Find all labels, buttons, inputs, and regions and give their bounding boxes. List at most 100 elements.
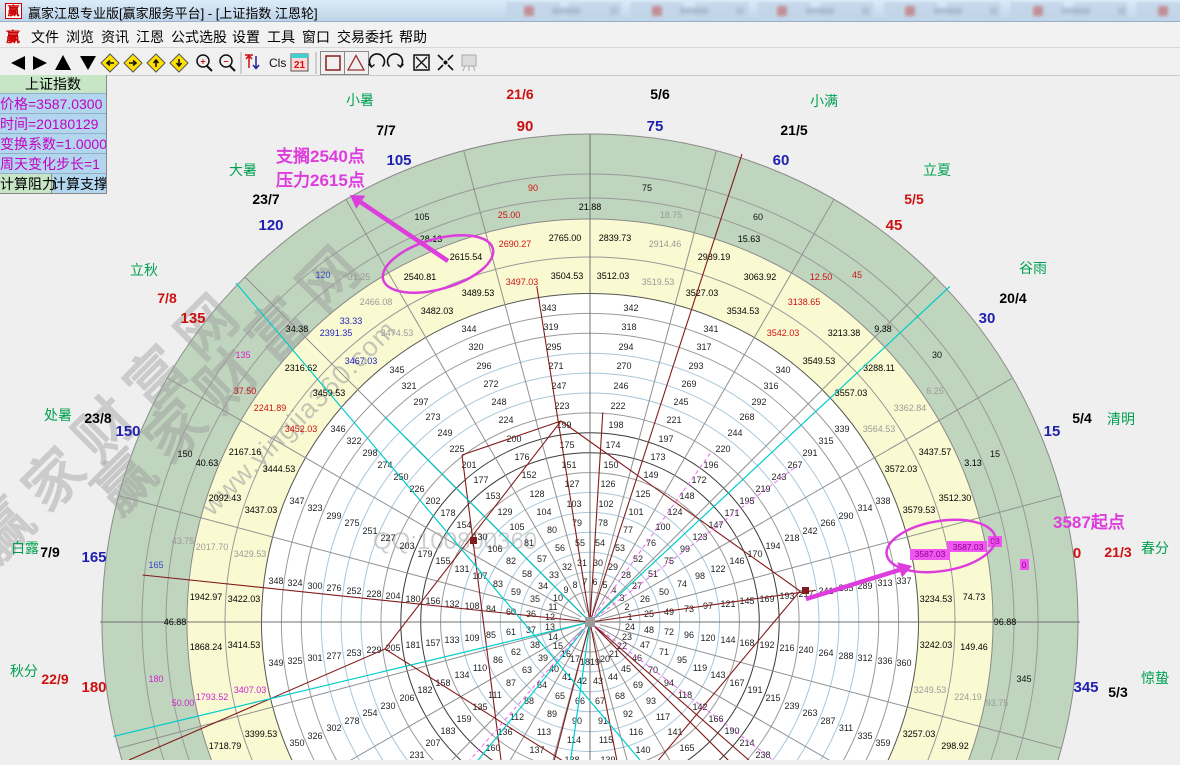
svg-text:87: 87 (506, 678, 516, 688)
svg-text:291: 291 (802, 448, 817, 458)
svg-text:116: 116 (629, 727, 643, 737)
svg-text:小暑: 小暑 (346, 92, 374, 108)
svg-text:183: 183 (440, 726, 455, 736)
svg-text:3213.38: 3213.38 (828, 328, 861, 338)
svg-text:359: 359 (875, 738, 890, 748)
svg-text:36: 36 (526, 609, 536, 619)
svg-text:272: 272 (483, 379, 498, 389)
svg-text:106: 106 (487, 544, 502, 554)
svg-text:47: 47 (640, 640, 650, 650)
svg-text:3249.53: 3249.53 (914, 685, 947, 695)
svg-text:345: 345 (1073, 679, 1098, 696)
svg-text:3482.03: 3482.03 (421, 306, 454, 316)
svg-text:347: 347 (289, 496, 304, 506)
svg-text:77: 77 (623, 525, 633, 535)
svg-text:59: 59 (511, 587, 521, 597)
svg-text:326: 326 (307, 731, 322, 741)
svg-text:120: 120 (315, 270, 330, 280)
svg-text:28: 28 (621, 570, 631, 580)
svg-text:69: 69 (633, 680, 643, 690)
svg-text:25.00: 25.00 (498, 210, 521, 220)
svg-text:277: 277 (326, 651, 341, 661)
svg-text:238: 238 (755, 750, 770, 760)
svg-text:68: 68 (615, 691, 625, 701)
svg-text:3497.03: 3497.03 (506, 277, 539, 287)
svg-text:216: 216 (779, 643, 794, 653)
svg-text:113: 113 (537, 727, 551, 737)
svg-text:30: 30 (932, 350, 942, 360)
svg-text:298: 298 (362, 448, 377, 458)
svg-text:251: 251 (362, 526, 377, 536)
svg-text:7/9: 7/9 (40, 544, 60, 560)
svg-text:9: 9 (563, 585, 568, 595)
svg-text:谷雨: 谷雨 (1019, 260, 1047, 276)
svg-text:15: 15 (990, 449, 1000, 459)
svg-text:214: 214 (739, 738, 754, 748)
svg-text:107: 107 (472, 571, 487, 581)
svg-text:135: 135 (180, 310, 205, 327)
svg-text:311: 311 (839, 723, 853, 733)
svg-text:+: + (200, 57, 205, 67)
svg-text:105: 105 (414, 212, 429, 222)
svg-text:138: 138 (564, 755, 579, 760)
svg-text:182: 182 (417, 685, 432, 695)
svg-text:3444.53: 3444.53 (263, 464, 296, 474)
svg-text:174: 174 (605, 440, 620, 450)
svg-text:292: 292 (751, 397, 766, 407)
svg-text:Cls: Cls (269, 56, 286, 70)
svg-text:215: 215 (765, 693, 780, 703)
svg-text:153: 153 (485, 491, 500, 501)
svg-text:3474.53: 3474.53 (381, 328, 414, 338)
svg-text:45: 45 (852, 270, 862, 280)
svg-text:0: 0 (1022, 560, 1027, 570)
svg-text:清明: 清明 (1107, 411, 1135, 427)
svg-text:105: 105 (386, 152, 411, 169)
svg-text:295: 295 (546, 342, 561, 352)
svg-text:137: 137 (529, 745, 544, 755)
svg-text:61: 61 (506, 627, 516, 637)
svg-text:37.50: 37.50 (234, 386, 257, 396)
svg-text:299: 299 (326, 511, 341, 521)
svg-text:198: 198 (608, 420, 623, 430)
svg-text:春分: 春分 (1141, 540, 1169, 556)
svg-text:2690.27: 2690.27 (499, 239, 532, 249)
svg-text:3414.53: 3414.53 (228, 640, 261, 650)
svg-text:179: 179 (417, 549, 432, 559)
svg-text:34.38: 34.38 (286, 324, 309, 334)
svg-text:110: 110 (473, 663, 487, 673)
svg-text:支搁2540点: 支搁2540点 (276, 146, 365, 166)
svg-text:157: 157 (425, 638, 440, 648)
svg-text:98: 98 (695, 571, 705, 581)
svg-text:95: 95 (677, 655, 687, 665)
svg-text:343: 343 (541, 303, 556, 313)
svg-text:8: 8 (572, 580, 577, 590)
svg-text:144: 144 (720, 635, 735, 645)
svg-text:314: 314 (857, 503, 872, 513)
svg-text:337: 337 (896, 576, 911, 586)
svg-text:103: 103 (566, 499, 581, 509)
svg-text:86: 86 (493, 655, 503, 665)
svg-text:2167.16: 2167.16 (229, 447, 262, 457)
svg-text:170: 170 (747, 549, 762, 559)
svg-text:253: 253 (346, 648, 361, 658)
svg-text:296: 296 (476, 361, 491, 371)
svg-text:136: 136 (497, 727, 512, 737)
svg-text:3399.53: 3399.53 (245, 729, 278, 739)
svg-text:85: 85 (486, 630, 496, 640)
svg-text:−: − (223, 57, 228, 67)
svg-text:6: 6 (592, 577, 597, 587)
svg-text:57: 57 (537, 554, 547, 564)
svg-text:3564.53: 3564.53 (863, 424, 896, 434)
svg-text:109: 109 (464, 633, 479, 643)
svg-text:165: 165 (81, 549, 106, 566)
svg-text:176: 176 (514, 452, 529, 462)
svg-text:294: 294 (618, 342, 633, 352)
svg-text:166: 166 (708, 714, 723, 724)
svg-text:139: 139 (600, 755, 615, 760)
svg-text:240: 240 (798, 645, 813, 655)
svg-text:195: 195 (739, 496, 754, 506)
svg-text:53: 53 (615, 543, 625, 553)
svg-text:146: 146 (729, 556, 744, 566)
svg-text:7/7: 7/7 (376, 122, 396, 138)
svg-text:92: 92 (623, 709, 633, 719)
